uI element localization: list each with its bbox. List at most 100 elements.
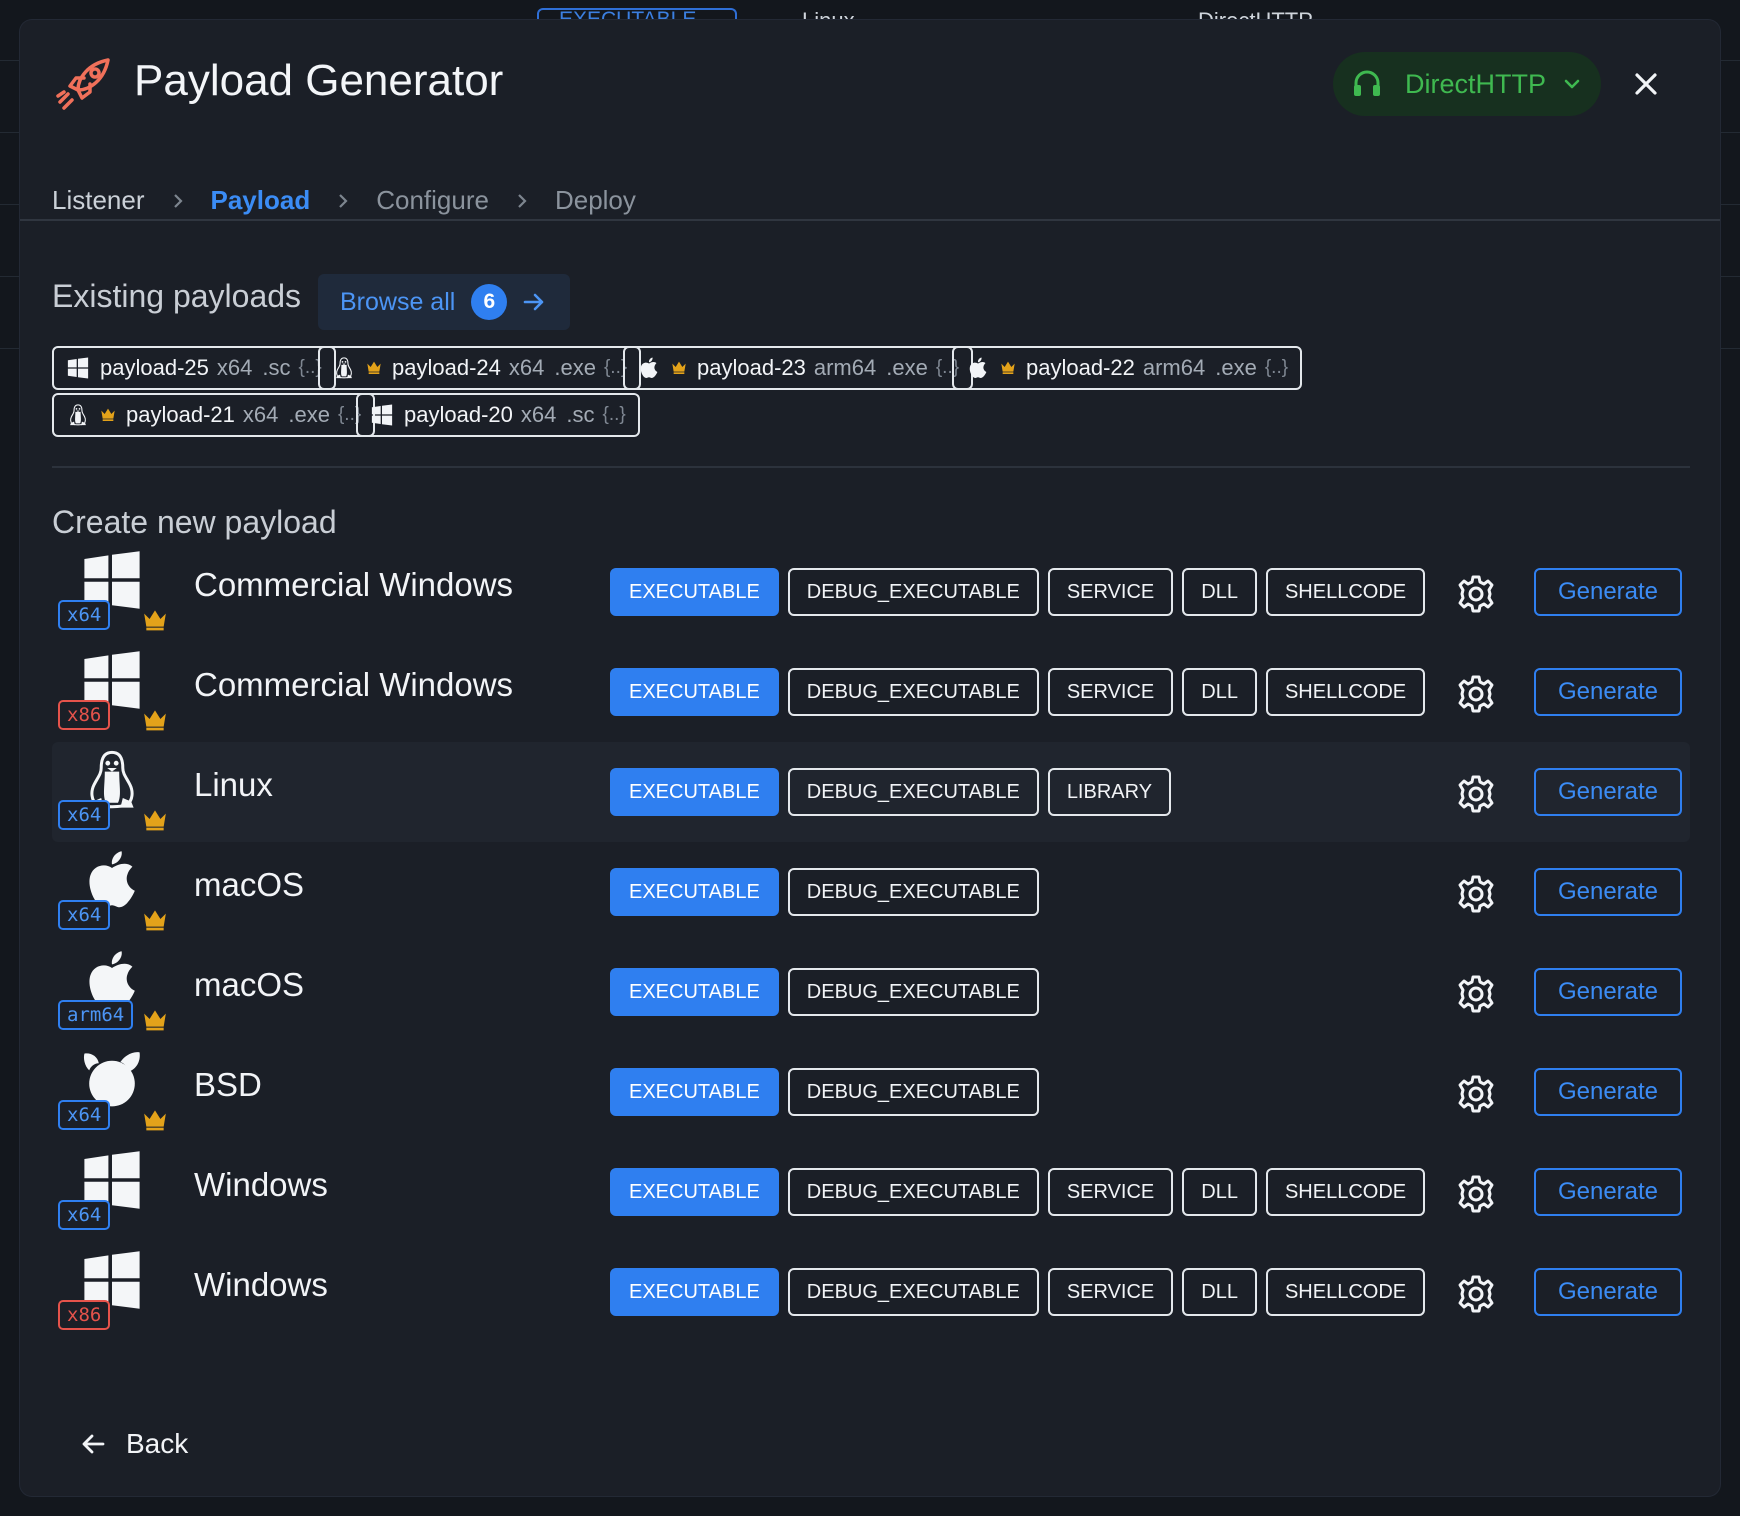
payload-name: payload-20 xyxy=(404,402,513,427)
payload-chip[interactable]: payload-25 x64 .sc {..} xyxy=(52,346,336,390)
listener-selector[interactable]: DirectHTTP xyxy=(1333,52,1601,116)
format-option-debug-executable[interactable]: DEBUG_EXECUTABLE xyxy=(787,668,1039,716)
crown-icon xyxy=(142,606,168,637)
format-option-debug-executable[interactable]: DEBUG_EXECUTABLE xyxy=(787,568,1039,616)
crown-icon xyxy=(142,906,168,937)
payload-generator-dialog: Payload Generator DirectHTTP Listener Pa… xyxy=(20,20,1720,1496)
generate-button[interactable]: Generate xyxy=(1534,568,1682,616)
format-option-executable[interactable]: EXECUTABLE xyxy=(610,768,779,816)
gear-icon[interactable] xyxy=(1456,574,1496,614)
gear-icon[interactable] xyxy=(1456,1174,1496,1214)
format-option-shellcode[interactable]: SHELLCODE xyxy=(1265,1168,1426,1216)
generate-button[interactable]: Generate xyxy=(1534,868,1682,916)
payload-arch: x64 xyxy=(508,355,545,380)
payload-arch: x64 xyxy=(216,355,253,380)
payload-chip[interactable]: payload-22 arm64 .exe {..} xyxy=(952,346,1303,390)
breadcrumb-step-payload[interactable]: Payload xyxy=(211,185,311,216)
payload-template-row: x64 Linux EXECUTABLE DEBUG_EXECUTABLE LIBRAR… xyxy=(52,742,1690,842)
format-option-service[interactable]: SERVICE xyxy=(1047,1168,1174,1216)
crown-icon xyxy=(366,355,382,381)
breadcrumb-step-configure: Configure xyxy=(376,185,489,215)
chevron-right-icon xyxy=(310,192,376,210)
gear-icon[interactable] xyxy=(1456,1274,1496,1314)
os-name: Commercial Windows xyxy=(194,566,514,603)
breadcrumb-step-listener[interactable]: Listener xyxy=(52,185,145,216)
format-option-executable[interactable]: EXECUTABLE xyxy=(610,1268,779,1316)
crown-icon xyxy=(142,1106,168,1137)
crown-icon xyxy=(671,355,687,381)
format-option-debug-executable[interactable]: DEBUG_EXECUTABLE xyxy=(787,1068,1039,1116)
format-option-debug-executable[interactable]: DEBUG_EXECUTABLE xyxy=(787,1268,1039,1316)
format-option-executable[interactable]: EXECUTABLE xyxy=(610,968,779,1016)
gear-icon[interactable] xyxy=(1456,1074,1496,1114)
generate-button[interactable]: Generate xyxy=(1534,1168,1682,1216)
linux-icon xyxy=(332,356,356,380)
listener-name: DirectHTTP xyxy=(1405,68,1546,99)
apple-icon xyxy=(966,356,990,380)
payload-arch: arm64 xyxy=(1142,355,1206,380)
crown-icon xyxy=(1000,355,1016,381)
arch-badge: x86 xyxy=(58,1300,111,1330)
generate-button[interactable]: Generate xyxy=(1534,768,1682,816)
format-option-service[interactable]: SERVICE xyxy=(1047,568,1174,616)
payload-template-row: x64 BSD EXECUTABLE DEBUG_EXECUTABLE Generat… xyxy=(52,1042,1690,1142)
format-option-debug-executable[interactable]: DEBUG_EXECUTABLE xyxy=(787,968,1039,1016)
format-option-dll[interactable]: DLL xyxy=(1182,668,1257,716)
crown-icon xyxy=(100,402,116,428)
windows-icon xyxy=(66,356,90,380)
format-option-shellcode[interactable]: SHELLCODE xyxy=(1265,568,1426,616)
browse-all-label: Browse all xyxy=(340,287,456,316)
os-name: macOS xyxy=(194,866,305,903)
payload-template-row: x64 Commercial Windows EXECUTABLE DEBUG_EXE… xyxy=(52,542,1690,642)
format-option-executable[interactable]: EXECUTABLE xyxy=(610,868,779,916)
payload-template-row: x64 macOS EXECUTABLE DEBUG_EXECUTABLE Gener… xyxy=(52,842,1690,942)
payload-arch: x64 xyxy=(242,402,279,427)
gear-icon[interactable] xyxy=(1456,674,1496,714)
format-option-debug-executable[interactable]: DEBUG_EXECUTABLE xyxy=(787,1168,1039,1216)
breadcrumb-step-deploy: Deploy xyxy=(554,185,636,215)
existing-payloads-title: Existing payloads xyxy=(52,278,302,314)
format-option-executable[interactable]: EXECUTABLE xyxy=(610,668,779,716)
format-option-library[interactable]: LIBRARY xyxy=(1047,768,1172,816)
close-icon[interactable] xyxy=(1628,66,1664,102)
gear-icon[interactable] xyxy=(1456,874,1496,914)
payload-name: payload-24 xyxy=(392,355,501,380)
linux-icon xyxy=(66,403,90,427)
format-option-dll[interactable]: DLL xyxy=(1182,1168,1257,1216)
payload-chip[interactable]: payload-20 x64 .sc {..} xyxy=(356,393,640,437)
generate-button[interactable]: Generate xyxy=(1534,668,1682,716)
format-option-executable[interactable]: EXECUTABLE xyxy=(610,568,779,616)
payload-template-row: x86 Windows EXECUTABLE DEBUG_EXECUTABLE SERV… xyxy=(52,1242,1690,1342)
arrow-right-icon xyxy=(524,293,544,311)
generate-button[interactable]: Generate xyxy=(1534,968,1682,1016)
gear-icon[interactable] xyxy=(1456,974,1496,1014)
format-option-shellcode[interactable]: SHELLCODE xyxy=(1265,1268,1426,1316)
arch-badge: x64 xyxy=(58,1200,111,1230)
format-option-executable[interactable]: EXECUTABLE xyxy=(610,1168,779,1216)
payload-extension: .exe xyxy=(288,402,330,427)
generate-button[interactable]: Generate xyxy=(1534,1268,1682,1316)
format-option-dll[interactable]: DLL xyxy=(1182,1268,1257,1316)
crown-icon xyxy=(142,706,168,737)
arch-badge: x64 xyxy=(58,600,111,630)
payload-chip[interactable]: payload-21 x64 .exe {..} xyxy=(52,393,376,437)
generate-button[interactable]: Generate xyxy=(1534,1068,1682,1116)
back-button[interactable]: Back xyxy=(78,1428,188,1460)
gear-icon[interactable] xyxy=(1456,774,1496,814)
format-option-service[interactable]: SERVICE xyxy=(1047,668,1174,716)
format-option-debug-executable[interactable]: DEBUG_EXECUTABLE xyxy=(787,768,1039,816)
dialog-title: Payload Generator xyxy=(134,56,504,105)
format-option-debug-executable[interactable]: DEBUG_EXECUTABLE xyxy=(787,868,1039,916)
payload-arch: arm64 xyxy=(813,355,877,380)
crown-icon xyxy=(142,1006,168,1037)
payload-chip[interactable]: payload-24 x64 .exe {..} xyxy=(318,346,642,390)
format-option-executable[interactable]: EXECUTABLE xyxy=(610,1068,779,1116)
format-option-service[interactable]: SERVICE xyxy=(1047,1268,1174,1316)
payload-chip[interactable]: payload-23 arm64 .exe {..} xyxy=(623,346,974,390)
format-option-shellcode[interactable]: SHELLCODE xyxy=(1265,668,1426,716)
format-toggle-group: EXECUTABLE DEBUG_EXECUTABLE SERVICE DLL SHEL… xyxy=(610,668,1426,716)
payload-name: payload-22 xyxy=(1026,355,1135,380)
browse-all-button[interactable]: Browse all 6 xyxy=(318,274,570,330)
section-divider xyxy=(52,466,1690,468)
format-option-dll[interactable]: DLL xyxy=(1182,568,1257,616)
